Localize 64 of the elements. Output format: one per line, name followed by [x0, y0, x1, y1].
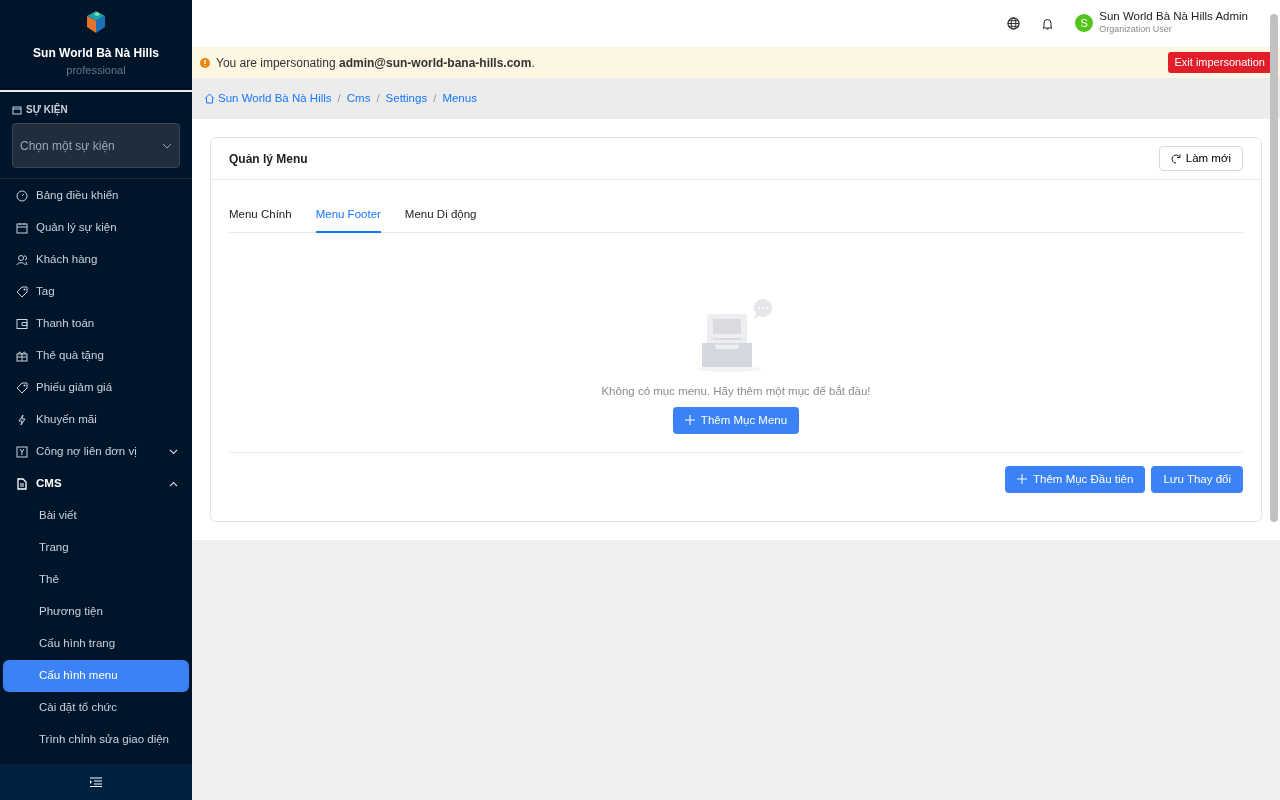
breadcrumb-separator: /	[337, 90, 341, 106]
sidebar-subitem[interactable]: Thẻ	[3, 564, 189, 596]
bell-icon[interactable]	[1042, 17, 1054, 30]
scrollbar[interactable]	[1270, 14, 1278, 522]
tag-icon	[16, 286, 28, 298]
ledger-icon	[16, 446, 28, 458]
warning-icon	[200, 57, 210, 68]
plus-icon	[684, 415, 695, 426]
users-icon	[16, 254, 28, 266]
calendar-icon	[12, 104, 22, 115]
add-first-item-button[interactable]: Thêm Mục Đầu tiên	[1005, 465, 1146, 493]
event-select[interactable]: Chọn một sự kiện	[12, 123, 180, 168]
calendar-icon	[16, 222, 28, 234]
refresh-button[interactable]: Làm mới	[1158, 145, 1243, 172]
sidebar-subitem[interactable]: Phương tiện	[3, 596, 189, 628]
menu-tab[interactable]: Menu Footer	[315, 196, 381, 234]
plus-icon	[1017, 474, 1028, 485]
breadcrumb-separator: /	[376, 90, 380, 106]
gauge-icon	[16, 190, 28, 202]
event-section-label: SỰ KIỆN	[26, 102, 68, 117]
sidebar-item[interactable]: Bảng điều khiển	[0, 180, 192, 212]
save-changes-button[interactable]: Lưu Thay đổi	[1151, 465, 1243, 493]
wallet-icon	[16, 318, 28, 330]
sidebar-item[interactable]: Khuyến mãi	[0, 404, 192, 436]
sidebar-item[interactable]: Công nợ liên đơn vị	[0, 436, 192, 468]
empty-message: Không có mục menu. Hãy thêm một mục để bắt đầu!	[601, 384, 871, 400]
breadcrumb-link[interactable]: Menus	[442, 89, 477, 108]
sidebar-subitem[interactable]: Bài viết	[3, 500, 189, 532]
chevron-down-icon[interactable]	[162, 143, 172, 149]
add-menu-item-button[interactable]: Thêm Mục Menu	[672, 406, 800, 434]
menu-tab[interactable]: Menu Di động	[404, 196, 477, 234]
sidebar-item[interactable]: Tag	[0, 276, 192, 308]
sidebar-subitem[interactable]: Cấu hình menu	[3, 660, 189, 692]
user-role: Organization User	[1099, 23, 1173, 37]
home-icon[interactable]	[204, 93, 215, 104]
sidebar-subitem[interactable]: Trình chỉnh sửa giao diện	[3, 724, 189, 756]
collapse-menu-icon[interactable]	[90, 777, 102, 787]
globe-icon[interactable]	[1007, 17, 1021, 30]
sidebar-subitem[interactable]: Cấu hình trang	[3, 628, 189, 660]
sidebar-item[interactable]: Thẻ quà tặng	[0, 340, 192, 372]
plan-label: professional	[66, 63, 126, 78]
breadcrumb-link[interactable]: Sun World Bà Nà Hills	[218, 89, 332, 108]
sidebar-item[interactable]: Quản lý sự kiện	[0, 212, 192, 244]
breadcrumb-link[interactable]: Settings	[385, 89, 428, 108]
impersonation-message: You are impersonating admin@sun-world-bana-hills.com.	[216, 54, 535, 72]
breadcrumb-separator: /	[433, 90, 437, 106]
sidebar-item[interactable]: CMS	[0, 468, 192, 500]
cube-logo-icon	[85, 10, 107, 34]
breadcrumb-link[interactable]: Cms	[346, 89, 371, 108]
user-name: Sun World Bà Nà Hills Admin	[1099, 10, 1248, 24]
gift-icon	[16, 350, 28, 362]
tag-icon	[16, 382, 28, 394]
card-title: Quản lý Menu	[229, 150, 308, 168]
sidebar-subitem[interactable]: Cài đặt tổ chức	[3, 692, 189, 724]
refresh-icon	[1170, 153, 1181, 164]
brand-name: Sun World Bà Nà Hills	[33, 45, 159, 62]
sidebar-item[interactable]: Thanh toán	[0, 308, 192, 340]
exit-impersonation-button[interactable]: Exit impersonation	[1167, 52, 1272, 73]
sidebar-subitem[interactable]: Trang	[3, 532, 189, 564]
sidebar-item[interactable]: Khách hàng	[0, 244, 192, 276]
file-icon	[16, 478, 28, 490]
menu-tab[interactable]: Menu Chính	[229, 196, 292, 234]
bolt-icon	[16, 414, 28, 426]
sidebar-item[interactable]: Phiếu giảm giá	[0, 372, 192, 404]
